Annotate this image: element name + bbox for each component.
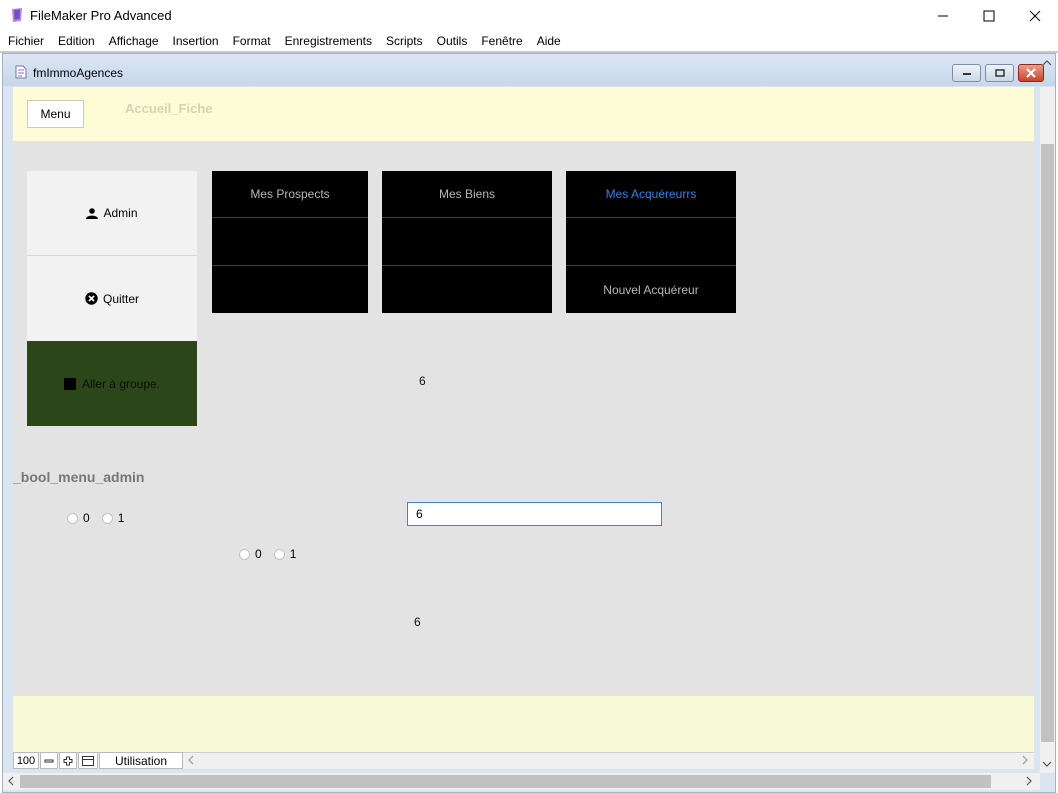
mode-selector[interactable]: Utilisation xyxy=(99,752,183,769)
plus-icon xyxy=(63,756,73,765)
square-icon xyxy=(63,377,76,390)
go-to-group-button[interactable]: Aller à groupe. xyxy=(27,341,197,426)
document-icon xyxy=(15,65,27,79)
menu-button[interactable]: Menu xyxy=(27,100,84,128)
quit-button[interactable]: Quitter xyxy=(27,256,197,341)
toggle-status-toolbar-button[interactable] xyxy=(78,752,98,769)
scroll-up-icon[interactable] xyxy=(1042,58,1052,68)
status-scroll-left-icon[interactable] xyxy=(186,755,196,765)
close-window-button[interactable] xyxy=(1012,0,1058,31)
document-title-bar xyxy=(3,54,1055,86)
count-bottom: 6 xyxy=(414,615,421,629)
restore-icon xyxy=(994,69,1005,77)
document-title: fmImmoAgences xyxy=(33,66,124,80)
bool-menu-admin-radio: 0 1 xyxy=(67,511,136,525)
tile-biens-row2[interactable] xyxy=(382,218,552,266)
menu-fenetre[interactable]: Fenêtre xyxy=(481,34,522,48)
toolbar-icon xyxy=(82,755,94,766)
close-circle-icon xyxy=(85,292,98,305)
horizontal-scrollbar-thumb[interactable] xyxy=(20,775,991,788)
maximize-window-button[interactable] xyxy=(966,0,1012,31)
tile-acquereurs-row2[interactable] xyxy=(566,218,736,266)
status-scroll-right-icon[interactable] xyxy=(1020,755,1030,765)
admin-label: Admin xyxy=(103,206,138,220)
menu-fichier[interactable]: Fichier xyxy=(8,34,44,48)
footer-band xyxy=(13,696,1034,752)
admin-button[interactable]: Admin xyxy=(27,171,197,256)
secondary-radio-group: 0 1 xyxy=(239,547,308,561)
tile-acquereurs-title[interactable]: Mes Acquéreurrs xyxy=(566,171,736,218)
menu-enregistrements[interactable]: Enregistrements xyxy=(285,34,372,48)
menu-affichage[interactable]: Affichage xyxy=(109,34,159,48)
tile-prospects-row3[interactable] xyxy=(212,266,368,313)
user-icon xyxy=(86,207,99,219)
quit-label: Quitter xyxy=(102,291,139,306)
tile-prospects-row2[interactable] xyxy=(212,218,368,266)
scroll-right-icon[interactable] xyxy=(1024,776,1034,786)
tile-biens-title[interactable]: Mes Biens xyxy=(382,171,552,218)
app-title: FileMaker Pro Advanced xyxy=(30,8,172,23)
radio-option-1[interactable] xyxy=(273,548,285,560)
tile-biens: Mes Biens xyxy=(382,171,552,313)
radio-option-0[interactable] xyxy=(67,512,78,524)
zoom-out-button[interactable] xyxy=(40,752,58,769)
radio-option-0[interactable] xyxy=(239,548,250,560)
menu-bar: Fichier Edition Affichage Insertion Form… xyxy=(0,31,1058,51)
maximize-icon xyxy=(983,10,995,21)
zoom-level[interactable]: 100 xyxy=(13,752,39,769)
vertical-scrollbar-thumb[interactable] xyxy=(1041,144,1054,742)
menu-edition[interactable]: Edition xyxy=(58,34,95,48)
doc-minimize-button[interactable] xyxy=(952,64,981,82)
minus-icon xyxy=(44,759,54,762)
minimize-icon xyxy=(938,15,948,16)
close-icon xyxy=(1026,68,1036,78)
menu-insertion[interactable]: Insertion xyxy=(173,34,219,48)
layout-content: Menu Accueil_Fiche Admin Quitter Aller à… xyxy=(13,87,1034,752)
menu-aide[interactable]: Aide xyxy=(537,34,561,48)
menu-format[interactable]: Format xyxy=(233,34,271,48)
doc-restore-button[interactable] xyxy=(985,64,1014,82)
radio-option-1[interactable] xyxy=(101,512,113,524)
minimize-icon xyxy=(962,73,971,75)
minimize-window-button[interactable] xyxy=(920,0,966,31)
scroll-down-icon[interactable] xyxy=(1042,759,1052,769)
count-top: 6 xyxy=(419,374,426,388)
tile-prospects-title[interactable]: Mes Prospects xyxy=(212,171,368,218)
new-acquereur-button[interactable]: Nouvel Acquéreur xyxy=(566,266,736,313)
menu-scripts[interactable]: Scripts xyxy=(386,34,423,48)
doc-close-button[interactable] xyxy=(1018,64,1044,82)
close-icon xyxy=(1029,10,1041,21)
tile-biens-row3[interactable] xyxy=(382,266,552,313)
number-field[interactable]: 6 xyxy=(407,502,662,526)
bool-menu-admin-label: _bool_menu_admin xyxy=(13,469,145,485)
tile-acquereurs: Mes Acquéreurrs Nouvel Acquéreur xyxy=(566,171,736,313)
tile-prospects: Mes Prospects xyxy=(212,171,368,313)
scroll-left-icon[interactable] xyxy=(6,776,16,786)
filemaker-logo-icon xyxy=(12,8,22,22)
go-to-group-label: Aller à groupe. xyxy=(81,376,161,391)
zoom-in-button[interactable] xyxy=(59,752,77,769)
menu-outils[interactable]: Outils xyxy=(437,34,468,48)
layout-name-label: Accueil_Fiche xyxy=(125,101,213,116)
